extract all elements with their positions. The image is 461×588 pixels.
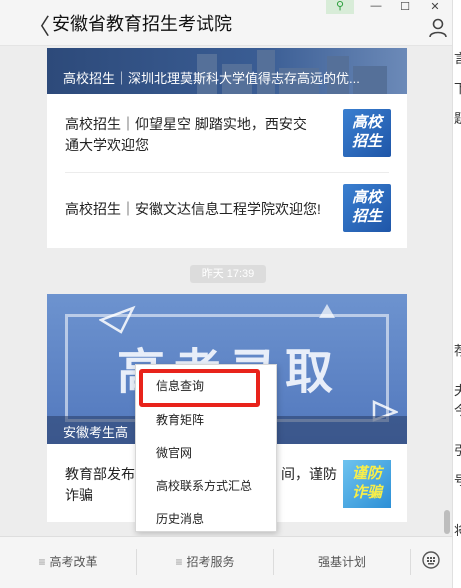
highlight-box: [139, 369, 260, 407]
side-char: 题: [454, 108, 461, 127]
article-list-item[interactable]: 高校招生｜安徽文达信息工程学院欢迎您! 高校 招生: [47, 174, 407, 242]
message-timestamp: 昨天 17:39: [190, 265, 266, 283]
pin-icon[interactable]: ⚲: [326, 0, 354, 14]
menu-icon: ≡: [175, 555, 183, 569]
side-char: 言: [454, 48, 461, 67]
side-char: 下: [454, 78, 461, 97]
article-title[interactable]: 高校招生｜仰望星空 脚踏实地，西安交通大学欢迎您: [65, 114, 315, 156]
menu-icon: ≡: [38, 555, 46, 569]
menu-item-micro-site[interactable]: 微官网: [136, 438, 276, 468]
article-title-line2[interactable]: 诈骗: [65, 485, 93, 506]
article-thumbnail[interactable]: 谨防 诈骗: [343, 460, 391, 508]
article-thumbnail[interactable]: 高校 招生: [343, 109, 391, 157]
article-title[interactable]: 教育部发布: [65, 464, 135, 485]
keyboard-icon[interactable]: [422, 551, 440, 569]
bottom-menu-bar: ≡ 高考改革 ≡ 招考服务 强基计划: [0, 536, 452, 588]
article-title[interactable]: 安徽考生高: [63, 422, 128, 441]
article-card[interactable]: 高校招生｜深圳北理莫斯科大学值得志存高远的优... 高校招生｜仰望星空 脚踏实地…: [47, 48, 407, 248]
article-banner[interactable]: 高校招生｜深圳北理莫斯科大学值得志存高远的优...: [47, 48, 407, 94]
side-char: 夫: [454, 380, 461, 399]
close-icon[interactable]: ✕: [428, 0, 442, 13]
side-char: 将: [454, 520, 461, 539]
side-char: 今: [454, 400, 461, 419]
minimize-icon[interactable]: —: [369, 0, 383, 12]
menu-item-history-messages[interactable]: 历史消息: [136, 504, 276, 534]
scrollbar-track[interactable]: [442, 48, 450, 536]
tab-admission-service[interactable]: ≡ 招考服务: [137, 537, 273, 587]
user-profile-icon[interactable]: [428, 18, 448, 38]
side-char: 引: [454, 440, 461, 459]
tab-gaokao-reform[interactable]: ≡ 高考改革: [0, 537, 136, 587]
menu-item-education-matrix[interactable]: 教育矩阵: [136, 405, 276, 435]
article-title-tail[interactable]: 间，谨防: [281, 464, 337, 485]
article-list-item[interactable]: 高校招生｜仰望星空 脚踏实地，西安交通大学欢迎您 高校 招生: [47, 102, 407, 172]
divider: [65, 172, 389, 173]
article-title[interactable]: 高校招生｜深圳北理莫斯科大学值得志存高远的优...: [63, 68, 398, 87]
article-thumbnail[interactable]: 高校 招生: [343, 184, 391, 232]
maximize-icon[interactable]: ☐: [398, 0, 412, 13]
scrollbar-thumb[interactable]: [444, 510, 450, 534]
decor-triangle-icon: [319, 304, 335, 318]
tab-strong-foundation[interactable]: 强基计划: [274, 537, 410, 587]
chat-title: 安徽省教育招生考试院: [52, 14, 232, 35]
side-char: 号: [454, 470, 461, 489]
menu-item-college-contacts[interactable]: 高校联系方式汇总: [136, 471, 276, 501]
decor-triangle-icon: [99, 305, 136, 334]
side-char: 荐: [454, 340, 461, 359]
title-bar: 〈 安徽省教育招生考试院 ⚲ — ☐ ✕: [0, 0, 461, 46]
back-arrow-icon[interactable]: 〈: [28, 9, 50, 41]
article-title[interactable]: 高校招生｜安徽文达信息工程学院欢迎您!: [65, 199, 335, 220]
side-article-panel: 言 下 题 荐 夫 今 引 号 将: [452, 0, 461, 588]
